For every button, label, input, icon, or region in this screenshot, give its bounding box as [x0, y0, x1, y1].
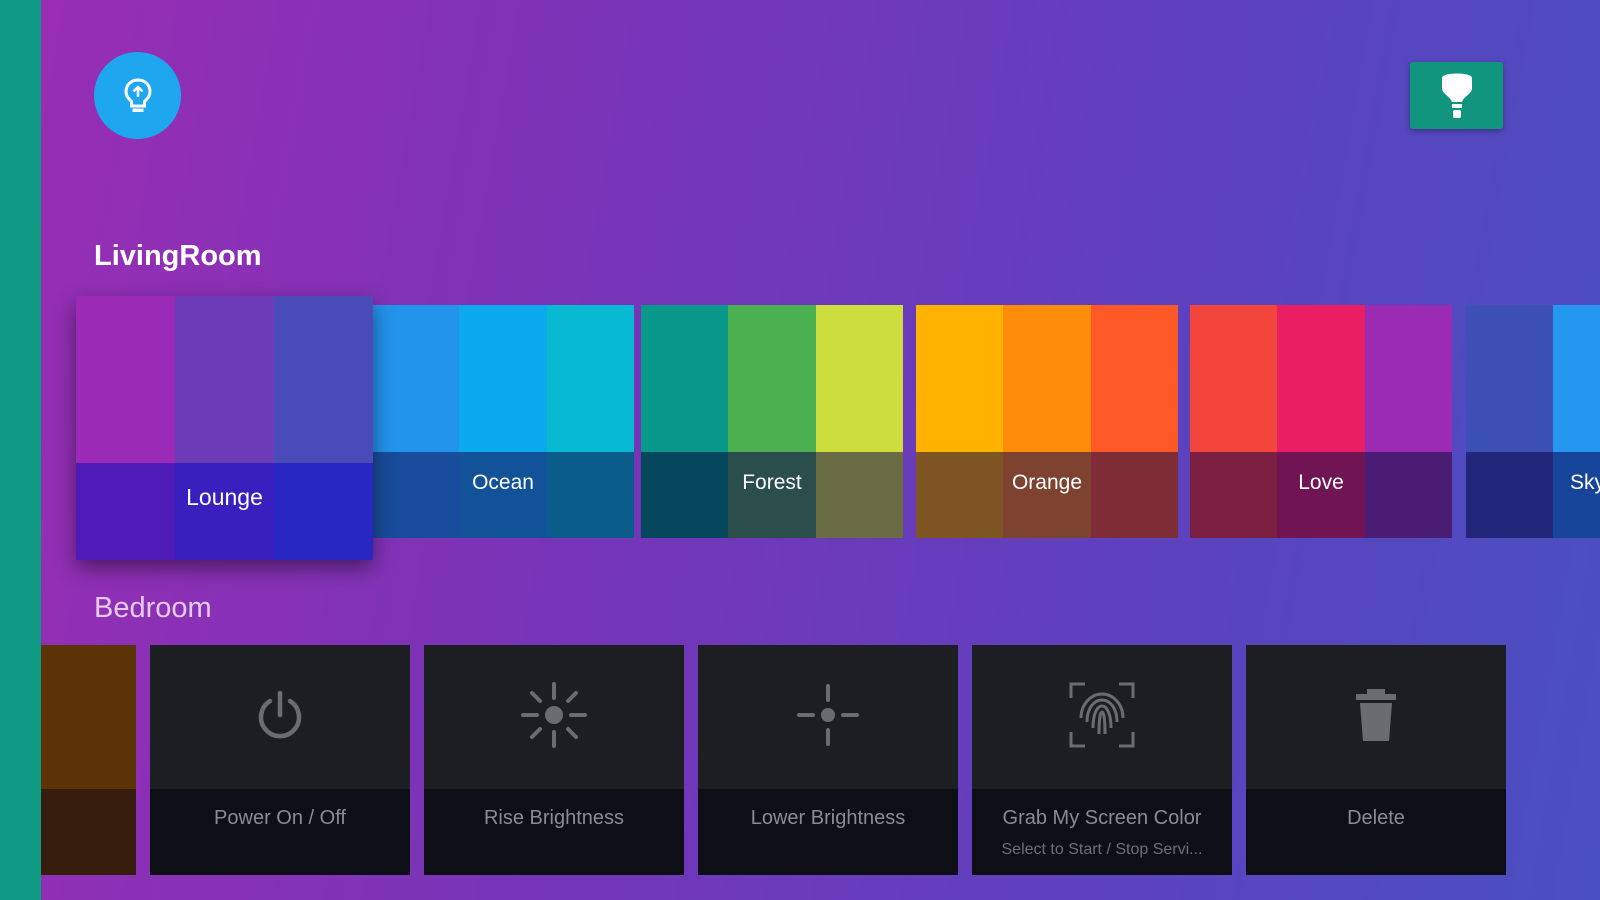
scene-card-ocean[interactable]: Ocean [372, 305, 634, 538]
partial-scene-card[interactable] [41, 645, 136, 875]
fingerprint-scan-icon [1069, 682, 1135, 748]
scene-card-orange[interactable]: Orange [916, 305, 1178, 538]
action-title: Lower Brightness [750, 807, 906, 829]
action-title: Power On / Off [214, 807, 346, 829]
action-title: Grab My Screen Color [1002, 807, 1202, 829]
brightness-high-icon [521, 682, 587, 748]
lightbulb-button[interactable] [94, 52, 181, 139]
scene-card-forest[interactable]: Forest [641, 305, 903, 538]
scene-card-sky[interactable]: Sky [1466, 305, 1600, 538]
scene-card-lounge[interactable]: Lounge [76, 296, 373, 560]
power-toggle-card[interactable]: Power On / Off [150, 645, 410, 875]
action-title: Rise Brightness [483, 807, 625, 829]
rise-brightness-card[interactable]: Rise Brightness [424, 645, 684, 875]
action-title: Delete [1347, 807, 1405, 829]
section-title-living-room: LivingRoom [94, 240, 262, 272]
power-icon [258, 690, 302, 739]
trash-icon [1356, 689, 1396, 741]
grab-screen-color-card[interactable]: Grab My Screen Color Select to Start / S… [972, 645, 1232, 875]
action-subtitle: Select to Start / Stop Servi... [1001, 841, 1203, 858]
scene-label: Ocean [472, 471, 534, 494]
lamp-button[interactable] [1410, 62, 1503, 129]
scene-label: Orange [1011, 471, 1083, 494]
brightness-low-icon [797, 684, 859, 746]
section-title-bedroom: Bedroom [94, 592, 212, 624]
scene-card-love[interactable]: Love [1190, 305, 1452, 538]
scene-label: Lounge [186, 484, 263, 510]
scene-label: Forest [742, 471, 802, 494]
lower-brightness-card[interactable]: Lower Brightness [698, 645, 958, 875]
side-rail [0, 0, 41, 900]
delete-card[interactable]: Delete [1246, 645, 1506, 875]
scene-label: Sky [1570, 471, 1600, 494]
lamp-bulb-icon [1441, 73, 1472, 118]
lightbulb-icon [123, 77, 152, 112]
scene-label: Love [1298, 471, 1344, 494]
